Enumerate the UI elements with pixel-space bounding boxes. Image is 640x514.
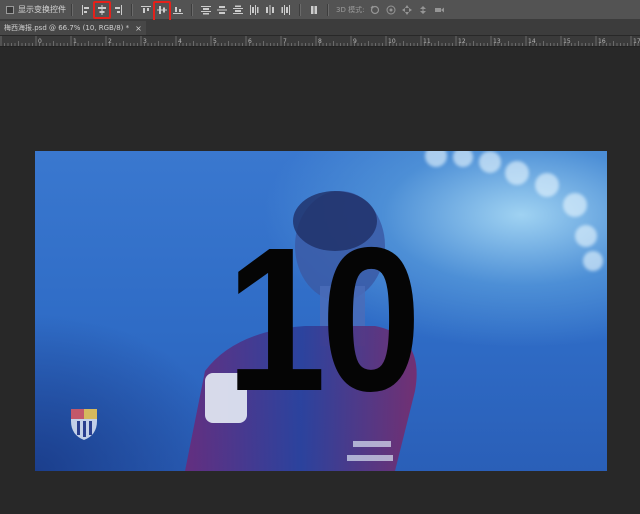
ruler-label: 0 xyxy=(38,38,42,45)
distribute-right-icon xyxy=(281,4,290,15)
align-horizontal-centers-icon xyxy=(98,4,106,15)
distribute-bottom-button[interactable] xyxy=(231,3,245,17)
3d-slide-icon xyxy=(420,5,427,14)
show-transform-controls[interactable]: 显示变换控件 xyxy=(6,4,66,15)
align-right-edges-icon xyxy=(115,4,122,15)
toolbar-divider xyxy=(191,3,193,16)
align-left-edges-icon xyxy=(82,4,89,15)
ruler-label: 3 xyxy=(143,38,147,45)
distribute-left-icon xyxy=(250,4,259,15)
ruler-label: 14 xyxy=(528,38,536,45)
align-horizontal-centers-button[interactable] xyxy=(93,0,111,19)
show-transform-controls-checkbox[interactable] xyxy=(6,5,14,14)
3d-scale-icon xyxy=(435,7,445,12)
ruler-ticks: 0 1 2 3 4 5 6 7 8 9 10 11 12 13 14 15 16 17 xyxy=(0,36,640,46)
document-tab[interactable]: 梅西海报.psd @ 66.7% (10, RGB/8) * × xyxy=(0,21,146,35)
document-tab-title: 梅西海报.psd @ 66.7% (10, RGB/8) * xyxy=(4,24,130,32)
ruler-label: 16 xyxy=(598,38,606,45)
toolbar-divider xyxy=(299,3,301,16)
toolbar-divider xyxy=(327,3,329,16)
auto-align-layers-button[interactable] xyxy=(307,3,321,17)
distribute-left-button[interactable] xyxy=(247,3,261,17)
3d-drag-icon xyxy=(402,4,413,15)
poster-artboard[interactable]: 10 xyxy=(35,151,607,471)
align-vertical-centers-button[interactable] xyxy=(153,0,171,23)
align-top-edges-button[interactable] xyxy=(139,3,153,17)
align-vertical-centers-icon xyxy=(157,5,167,14)
ruler-label: 9 xyxy=(353,38,357,45)
distribute-top-icon xyxy=(201,5,211,14)
options-bar: 显示变换控件 3D 模式: xyxy=(0,0,640,23)
3d-roll-icon xyxy=(386,5,396,14)
3d-rotate-button[interactable] xyxy=(368,3,382,17)
ruler-label: 8 xyxy=(318,38,322,45)
3d-drag-button[interactable] xyxy=(400,3,414,17)
3d-scale-button[interactable] xyxy=(432,3,446,17)
distribute-top-button[interactable] xyxy=(199,3,213,17)
distribute-bottom-icon xyxy=(233,5,243,14)
ruler-label: 17 xyxy=(633,38,640,45)
ruler-label: 15 xyxy=(563,38,571,45)
ruler-label: 5 xyxy=(213,38,217,45)
ruler-label: 11 xyxy=(423,38,431,45)
3d-roll-button[interactable] xyxy=(384,3,398,17)
align-top-edges-icon xyxy=(141,5,151,13)
toolbar-divider xyxy=(71,3,73,16)
horizontal-ruler[interactable]: 0 1 2 3 4 5 6 7 8 9 10 11 12 13 14 15 16 17 xyxy=(0,36,640,47)
distribute-vcenter-icon xyxy=(217,5,227,14)
show-transform-controls-label: 显示变换控件 xyxy=(18,5,66,14)
distribute-hcenter-icon xyxy=(266,4,274,15)
distribute-vcenter-button[interactable] xyxy=(215,3,229,17)
align-bottom-edges-icon xyxy=(173,6,183,14)
canvas-workspace[interactable]: 10 xyxy=(0,47,640,514)
ruler-label: 1 xyxy=(73,38,77,45)
align-left-edges-button[interactable] xyxy=(79,3,93,17)
ruler-label: 4 xyxy=(178,38,182,45)
3d-rotate-icon xyxy=(371,5,380,14)
close-icon[interactable]: × xyxy=(135,24,142,33)
auto-align-layers-icon xyxy=(311,5,317,14)
ruler-label: 6 xyxy=(248,38,252,45)
align-right-edges-button[interactable] xyxy=(111,3,125,17)
document-tab-bar: 梅西海报.psd @ 66.7% (10, RGB/8) * × xyxy=(0,20,640,35)
distribute-hcenter-button[interactable] xyxy=(263,3,277,17)
mode-3d-label: 3D 模式: xyxy=(336,5,365,14)
ruler-label: 7 xyxy=(283,38,287,45)
align-bottom-edges-button[interactable] xyxy=(171,3,185,17)
ruler-label: 12 xyxy=(458,38,466,45)
ruler-label: 10 xyxy=(388,38,396,45)
distribute-right-button[interactable] xyxy=(279,3,293,17)
3d-slide-button[interactable] xyxy=(416,3,430,17)
toolbar-divider xyxy=(131,3,133,16)
ruler-label: 2 xyxy=(108,38,112,45)
ruler-label: 13 xyxy=(493,38,501,45)
jersey-number-text[interactable]: 10 xyxy=(69,217,572,422)
